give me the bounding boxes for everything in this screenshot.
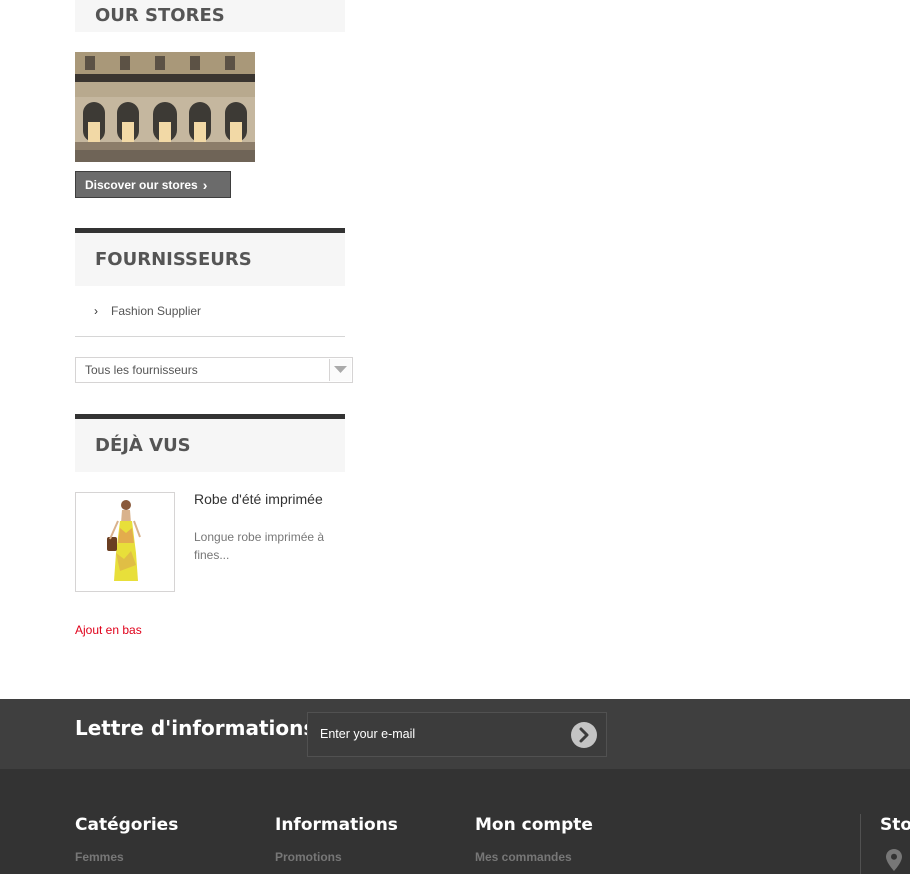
discover-stores-button[interactable]: Discover our stores › [75, 171, 231, 198]
viewed-title: DÉJÀ VUS [95, 435, 191, 456]
suppliers-select[interactable]: Tous les fournisseurs [75, 357, 353, 383]
footer-link[interactable]: Mes commandes [475, 850, 572, 864]
suppliers-title: FOURNISSEURS [95, 249, 252, 270]
add-bottom-link[interactable]: Ajout en bas [75, 623, 142, 637]
footer-heading: Catégories [75, 815, 179, 835]
footer-link[interactable]: Femmes [75, 850, 124, 864]
footer-link[interactable]: Promotions [275, 850, 342, 864]
footer-store-heading: Sto [880, 815, 910, 835]
footer-heading: Mon compte [475, 815, 593, 835]
supplier-name[interactable]: Fashion Supplier [111, 304, 201, 318]
chevron-down-icon [334, 366, 347, 373]
supplier-list-item[interactable]: › Fashion Supplier [75, 296, 345, 337]
chevron-right-icon: › [202, 176, 208, 193]
chevron-right-icon: › [94, 304, 98, 318]
chevron-right-icon [579, 727, 589, 743]
dropdown-arrow-button[interactable] [329, 359, 351, 381]
suppliers-select-value: Tous les fournisseurs [85, 363, 198, 377]
map-pin-icon [886, 849, 902, 871]
store-photo[interactable] [75, 52, 255, 162]
stores-block-title: OUR STORES [75, 0, 345, 32]
newsletter-placeholder: Enter your e-mail [320, 727, 416, 741]
suppliers-block-title: FOURNISSEURS [75, 228, 345, 286]
viewed-product-description: Longue robe imprimée à fines... [194, 530, 325, 562]
newsletter-submit-button[interactable] [571, 722, 597, 748]
viewed-product-name[interactable]: Robe d'été imprimée [194, 491, 323, 507]
discover-stores-label: Discover our stores [85, 177, 198, 192]
footer-heading: Informations [275, 815, 398, 835]
viewed-product-image[interactable] [75, 492, 175, 592]
newsletter-email-input[interactable]: Enter your e-mail [307, 712, 607, 757]
viewed-block-title: DÉJÀ VUS [75, 414, 345, 472]
footer-divider [860, 814, 861, 874]
stores-title: OUR STORES [95, 5, 225, 26]
newsletter-bar: Lettre d'informations Enter your e-mail [0, 699, 910, 769]
newsletter-title: Lettre d'informations [75, 716, 316, 740]
footer: Catégories Femmes Informations Promotion… [0, 769, 910, 874]
